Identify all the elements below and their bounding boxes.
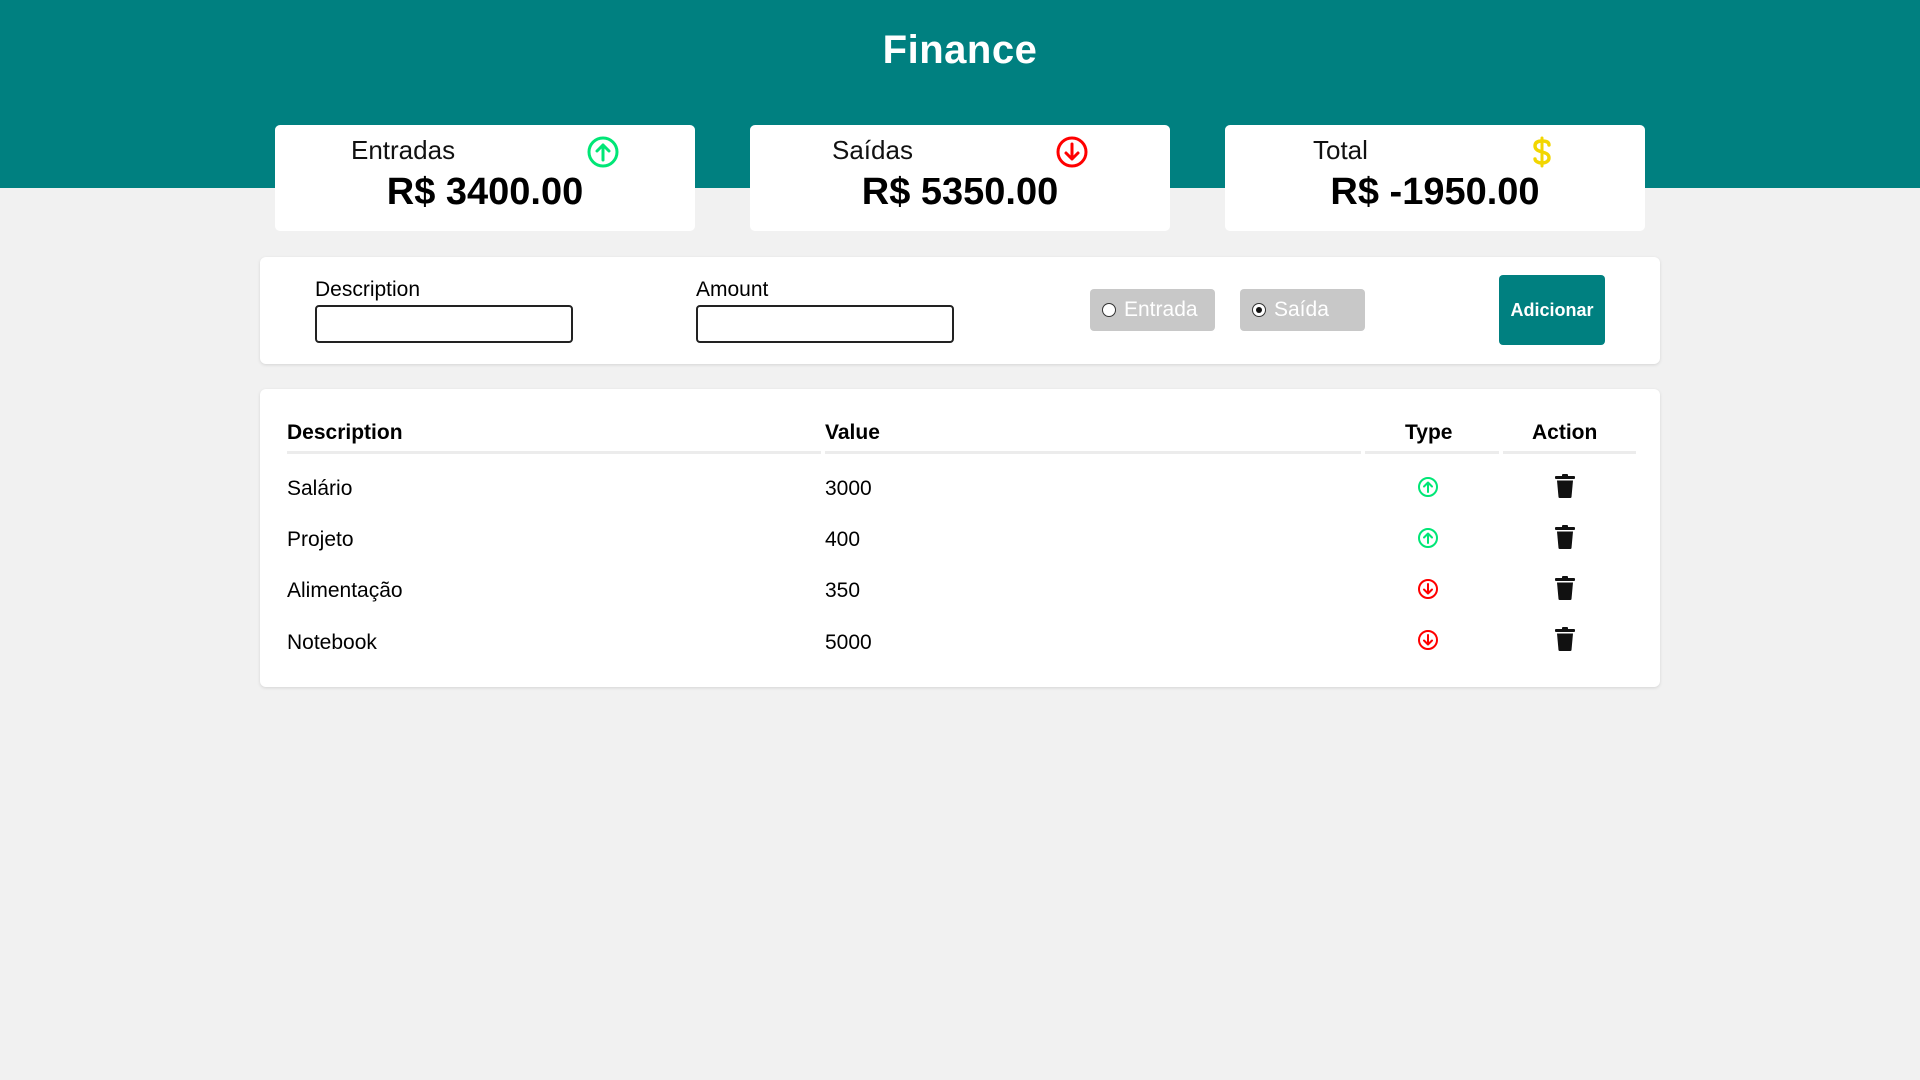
- radio-entrada-label: Entrada: [1124, 298, 1198, 321]
- header-divider: [1365, 451, 1499, 454]
- transaction-form: Description Amount Entrada Saída Adicion…: [260, 257, 1660, 364]
- arrow-down-circle-icon: [1418, 630, 1438, 650]
- total-value: R$ -1950.00: [1330, 171, 1540, 213]
- arrow-up-circle-icon: [1418, 528, 1438, 548]
- row-value: 400: [825, 528, 861, 551]
- arrow-down-circle-icon: [1418, 579, 1438, 599]
- trash-icon[interactable]: [1555, 474, 1575, 498]
- expense-value: R$ 5350.00: [861, 171, 1059, 213]
- total-card: Total R$ -1950.00: [1225, 125, 1645, 231]
- trash-icon[interactable]: [1555, 627, 1575, 651]
- row-value: 350: [825, 579, 861, 602]
- column-header-description: Description: [287, 421, 403, 444]
- description-label: Description: [315, 278, 421, 301]
- header-divider: [287, 451, 821, 454]
- income-value: R$ 3400.00: [386, 171, 584, 213]
- row-value: 5000: [825, 631, 872, 654]
- radio-entrada[interactable]: Entrada: [1090, 289, 1215, 331]
- row-description: Projeto: [287, 528, 354, 551]
- app-title: Finance: [882, 28, 1038, 72]
- column-header-type: Type: [1405, 421, 1453, 444]
- arrow-down-circle-icon: [1056, 136, 1088, 168]
- radio-saida-label: Saída: [1274, 298, 1329, 321]
- add-button[interactable]: Adicionar: [1499, 275, 1605, 345]
- row-description: Salário: [287, 477, 353, 500]
- arrow-up-circle-icon: [1418, 477, 1438, 497]
- expense-card: Saídas R$ 5350.00: [750, 125, 1170, 231]
- description-input[interactable]: [315, 305, 573, 343]
- radio-saida-dot[interactable]: [1252, 303, 1266, 317]
- total-label: Total: [1313, 135, 1368, 165]
- header-divider: [1503, 451, 1636, 454]
- dollar-icon: [1533, 136, 1551, 168]
- row-description: Notebook: [287, 631, 377, 654]
- column-header-value: Value: [825, 421, 880, 444]
- row-value: 3000: [825, 477, 872, 500]
- trash-icon[interactable]: [1555, 525, 1575, 549]
- radio-saida[interactable]: Saída: [1240, 289, 1365, 331]
- column-header-action: Action: [1532, 421, 1598, 444]
- transactions-table: Description Value Type Action Salário 30…: [260, 389, 1660, 687]
- row-description: Alimentação: [287, 579, 403, 602]
- arrow-up-circle-icon: [587, 136, 619, 168]
- income-card: Entradas R$ 3400.00: [275, 125, 695, 231]
- income-label: Entradas: [351, 135, 456, 165]
- amount-input[interactable]: [696, 305, 954, 343]
- trash-icon[interactable]: [1555, 576, 1575, 600]
- expense-label: Saídas: [832, 135, 913, 165]
- amount-label: Amount: [696, 278, 769, 301]
- header-divider: [825, 451, 1361, 454]
- radio-entrada-dot[interactable]: [1102, 303, 1116, 317]
